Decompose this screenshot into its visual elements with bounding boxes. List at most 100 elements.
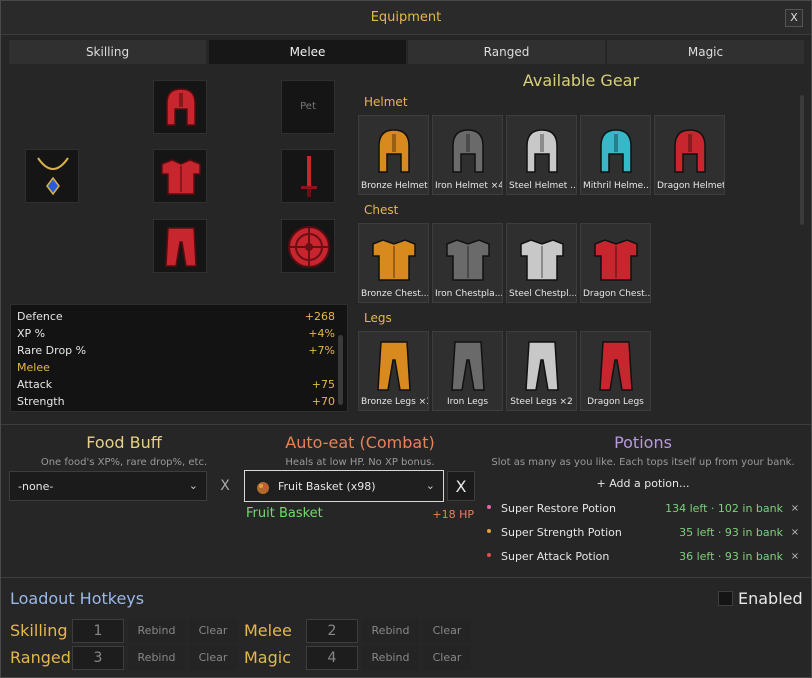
stats-panel: Defence +268 XP % +4% Rare Drop % +7% Melee… [10,304,348,412]
category-legs-label: Legs [364,311,392,325]
potion-row: Super Strength Potion 35 left · 93 in ba… [483,522,805,544]
tab-magic[interactable]: Magic [607,40,804,64]
section-divider [1,577,811,578]
chest-icon [372,239,416,281]
legs-icon [451,341,485,391]
legs-icon [599,341,633,391]
potion-count: 36 left · 93 in bank [679,550,783,563]
stat-section-label: Melee [17,361,50,374]
clear-button[interactable]: Clear [189,619,237,643]
food-buff-clear-button[interactable]: X [211,471,239,501]
gear-item-chest[interactable]: Steel Chestpl... [506,223,577,303]
gear-item-chest[interactable]: Dragon Chest... [580,223,651,303]
tab-melee[interactable]: Melee [209,40,406,64]
potion-count: 35 left · 93 in bank [679,526,783,539]
stat-value: +75 [311,378,335,391]
potion-name: Super Restore Potion [501,502,617,515]
gear-item-legs[interactable]: Dragon Legs [580,331,651,411]
gear-item-helmet[interactable]: Iron Helmet ×4 [432,115,503,195]
gear-item-chest[interactable]: Iron Chestpla... [432,223,503,303]
legs-slot[interactable] [153,219,207,273]
gear-item-name: Dragon Legs [587,397,644,407]
hotkeys-enabled-checkbox[interactable] [718,591,733,606]
gear-item-name: Dragon Helmet [657,181,724,191]
auto-eat-subtitle: Heals at low HP. No XP bonus. [285,457,435,468]
gear-item-legs[interactable]: Bronze Legs ×3 [358,331,429,411]
potion-icon [487,505,491,509]
equipment-window: Equipment X Skilling Melee Ranged Magic … [0,0,812,678]
tab-skilling[interactable]: Skilling [9,40,206,64]
auto-eat-food-name: Fruit Basket [246,506,323,521]
stat-row: XP % +4% [17,327,335,344]
add-potion-button[interactable]: + Add a potion... [483,477,803,490]
gear-item-helmet[interactable]: Mithril Helme... [580,115,651,195]
hotkeys-enabled-label: Enabled [738,589,803,608]
clear-button[interactable]: Clear [423,619,471,643]
rebind-button[interactable]: Rebind [362,646,419,670]
gear-item-helmet[interactable]: Steel Helmet ... [506,115,577,195]
remove-potion-button[interactable]: × [787,525,803,541]
potions-title: Potions [614,433,672,452]
stats-scrollbar[interactable] [338,335,343,405]
gear-item-name: Iron Chestpla... [435,289,502,299]
rebind-button[interactable]: Rebind [362,619,419,643]
remove-potion-button[interactable]: × [787,501,803,517]
hotkey-key-skilling[interactable]: 1 [72,619,124,643]
legs-icon [525,341,559,391]
available-gear-title: Available Gear [522,71,640,90]
gear-scrollbar[interactable] [800,95,804,225]
helmet-icon [452,129,484,173]
body-slot[interactable] [153,149,207,203]
loadout-tabs: Skilling Melee Ranged Magic [9,40,805,64]
rebind-button[interactable]: Rebind [128,619,185,643]
clear-button[interactable]: Clear [189,646,237,670]
gear-item-helmet[interactable]: Bronze Helmet [358,115,429,195]
auto-eat-select[interactable]: Fruit Basket (x98) ⌄ [244,470,444,502]
clear-button[interactable]: Clear [423,646,471,670]
hotkey-key-melee[interactable]: 2 [306,619,358,643]
weapon-slot[interactable] [281,149,335,203]
fruit-basket-icon [257,482,269,494]
gear-item-helmet[interactable]: Dragon Helmet [654,115,725,195]
gear-item-name: Mithril Helme... [583,181,650,191]
hotkey-key-magic[interactable]: 4 [306,646,358,670]
helmet-icon [378,129,410,173]
auto-eat-heal-amount: +18 HP [432,508,474,521]
gear-item-name: Bronze Chest... [361,289,428,299]
dragon-chestplate-icon [161,159,201,195]
title-bar: Equipment X [1,1,811,35]
auto-eat-clear-button[interactable]: X [447,471,475,501]
gear-item-name: Bronze Legs ×3 [361,397,428,407]
hotkey-label-ranged: Ranged [10,648,71,667]
stat-row: Rare Drop % +7% [17,344,335,361]
gear-item-legs[interactable]: Steel Legs ×2 [506,331,577,411]
chevron-down-icon: ⌄ [188,479,198,492]
pet-slot[interactable]: Pet [281,80,335,134]
remove-potion-button[interactable]: × [787,549,803,565]
category-chest-label: Chest [364,203,399,217]
amulet-slot[interactable] [25,149,79,203]
gear-item-name: Steel Helmet ... [509,181,576,191]
stat-label: Defence [17,310,63,323]
legs-icon [377,341,411,391]
gear-item-chest[interactable]: Bronze Chest... [358,223,429,303]
stat-value: +268 [304,310,335,323]
stat-value: +70 [311,395,335,408]
stat-label: Strength [17,395,65,408]
gear-item-legs[interactable]: Iron Legs [432,331,503,411]
dragon-shield-icon [288,226,330,268]
food-buff-select[interactable]: -none- ⌄ [9,471,207,501]
amulet-icon [37,157,69,196]
close-button[interactable]: X [785,9,803,27]
food-buff-value: -none- [18,480,54,493]
tab-ranged[interactable]: Ranged [408,40,605,64]
chest-icon [446,239,490,281]
shield-slot[interactable] [281,219,335,273]
potion-name: Super Strength Potion [501,526,622,539]
stat-value: +7% [308,344,335,357]
rebind-button[interactable]: Rebind [128,646,185,670]
window-title: Equipment [370,10,442,25]
food-buff-title: Food Buff [86,433,162,452]
helmet-slot[interactable] [153,80,207,134]
hotkey-key-ranged[interactable]: 3 [72,646,124,670]
